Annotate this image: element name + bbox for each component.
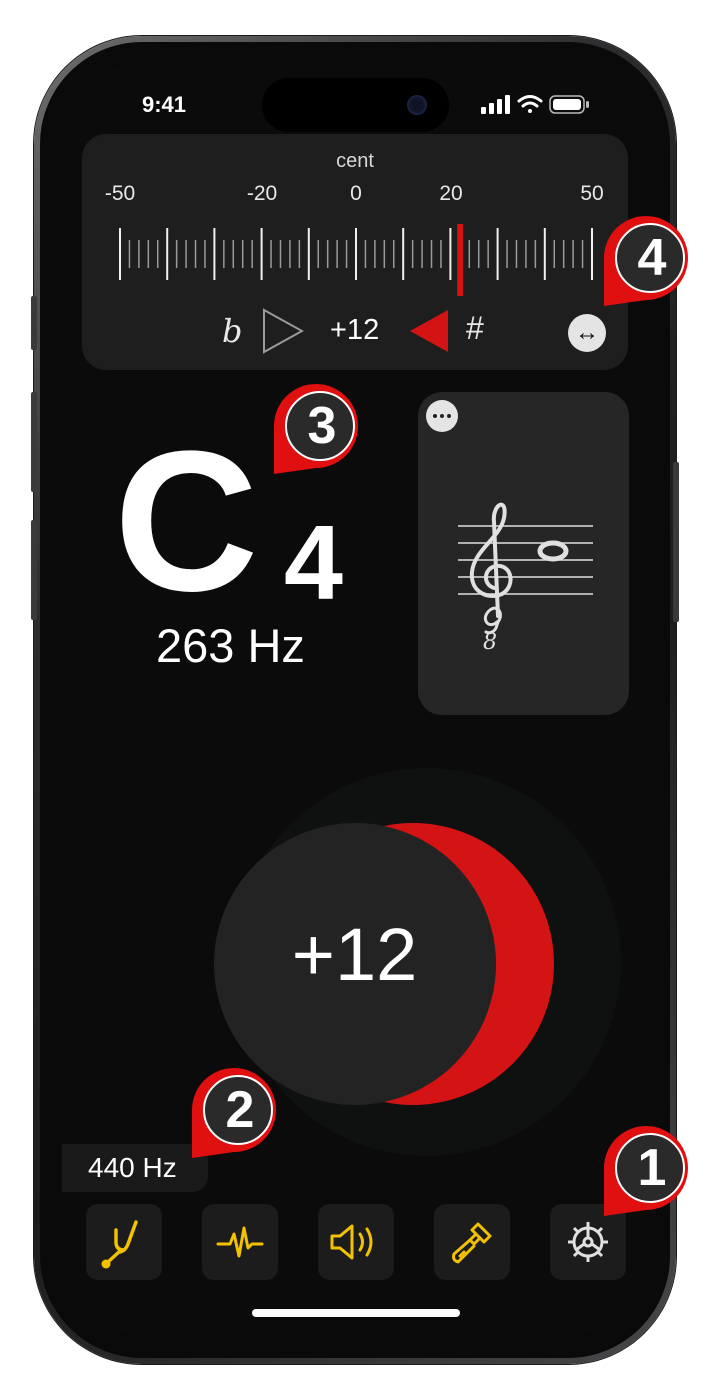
treble-clef-staff: 8 bbox=[458, 502, 593, 655]
callout-4: 4 bbox=[604, 216, 694, 306]
octave-8-mark: 8 bbox=[483, 630, 497, 655]
flat-triangle-icon bbox=[263, 308, 304, 354]
cent-scale-ticks bbox=[119, 224, 593, 296]
callout-1-number: 1 bbox=[637, 1139, 667, 1197]
cent-needle bbox=[457, 224, 464, 296]
tuner-button[interactable] bbox=[86, 1204, 162, 1280]
staff-notation-card[interactable]: 8 bbox=[418, 392, 629, 715]
volume-down-button bbox=[31, 520, 37, 620]
cent-meter-panel: cent -50 -20 0 20 50 b +12 # ↔ bbox=[82, 134, 628, 370]
flat-sign: b bbox=[222, 312, 243, 350]
status-icons bbox=[481, 95, 589, 114]
cellular-signal-icon bbox=[481, 95, 510, 114]
sound-button[interactable] bbox=[318, 1204, 394, 1280]
front-camera bbox=[407, 95, 427, 115]
theme-button[interactable] bbox=[434, 1204, 510, 1280]
cent-indicator-row: b +12 # ↔ bbox=[82, 304, 628, 354]
bottom-toolbar bbox=[86, 1204, 626, 1280]
power-button bbox=[673, 462, 679, 622]
callout-1: 1 bbox=[604, 1126, 694, 1216]
dynamic-island bbox=[262, 78, 449, 132]
sharp-triangle-icon bbox=[410, 310, 448, 352]
tuning-fork-icon bbox=[101, 1220, 138, 1269]
tuning-dial: +12 bbox=[62, 762, 648, 1182]
treble-clef-icon bbox=[469, 502, 513, 635]
sharp-sign: # bbox=[466, 310, 484, 346]
scale-label-minus-20: -20 bbox=[246, 182, 278, 205]
dial-value: +12 bbox=[291, 913, 418, 996]
action-button bbox=[31, 296, 37, 350]
scale-label-minus-50: -50 bbox=[104, 182, 136, 205]
scale-label-0: 0 bbox=[350, 182, 362, 205]
waveform-icon bbox=[216, 1226, 264, 1258]
swap-direction-button[interactable]: ↔ bbox=[568, 314, 606, 352]
cent-title: cent bbox=[336, 150, 374, 172]
scale-label-50: 50 bbox=[580, 182, 604, 205]
callout-2: 2 bbox=[192, 1068, 282, 1158]
reference-frequency-badge[interactable]: 440 Hz bbox=[62, 1144, 208, 1192]
callout-3: 3 bbox=[274, 384, 364, 474]
callout-4-number: 4 bbox=[637, 229, 667, 287]
note-frequency: 263 Hz bbox=[156, 619, 305, 672]
whole-note-icon bbox=[537, 540, 569, 562]
status-time: 9:41 bbox=[142, 92, 187, 117]
cent-value: +12 bbox=[330, 314, 380, 346]
waveform-button[interactable] bbox=[202, 1204, 278, 1280]
wifi-icon bbox=[517, 95, 543, 113]
screen: 9:41 cent -50 -20 0 20 50 b +12 # ↔ C 4 … bbox=[62, 62, 648, 1336]
callout-2-number: 2 bbox=[225, 1081, 255, 1139]
home-indicator bbox=[252, 1309, 460, 1317]
callout-3-number: 3 bbox=[307, 397, 337, 455]
scale-label-20: 20 bbox=[439, 182, 463, 205]
battery-icon bbox=[549, 95, 589, 114]
paintbrush-icon bbox=[452, 1222, 492, 1264]
note-name: C bbox=[114, 410, 259, 633]
note-octave: 4 bbox=[284, 504, 343, 622]
volume-up-button bbox=[31, 392, 37, 492]
speaker-icon bbox=[330, 1224, 373, 1260]
